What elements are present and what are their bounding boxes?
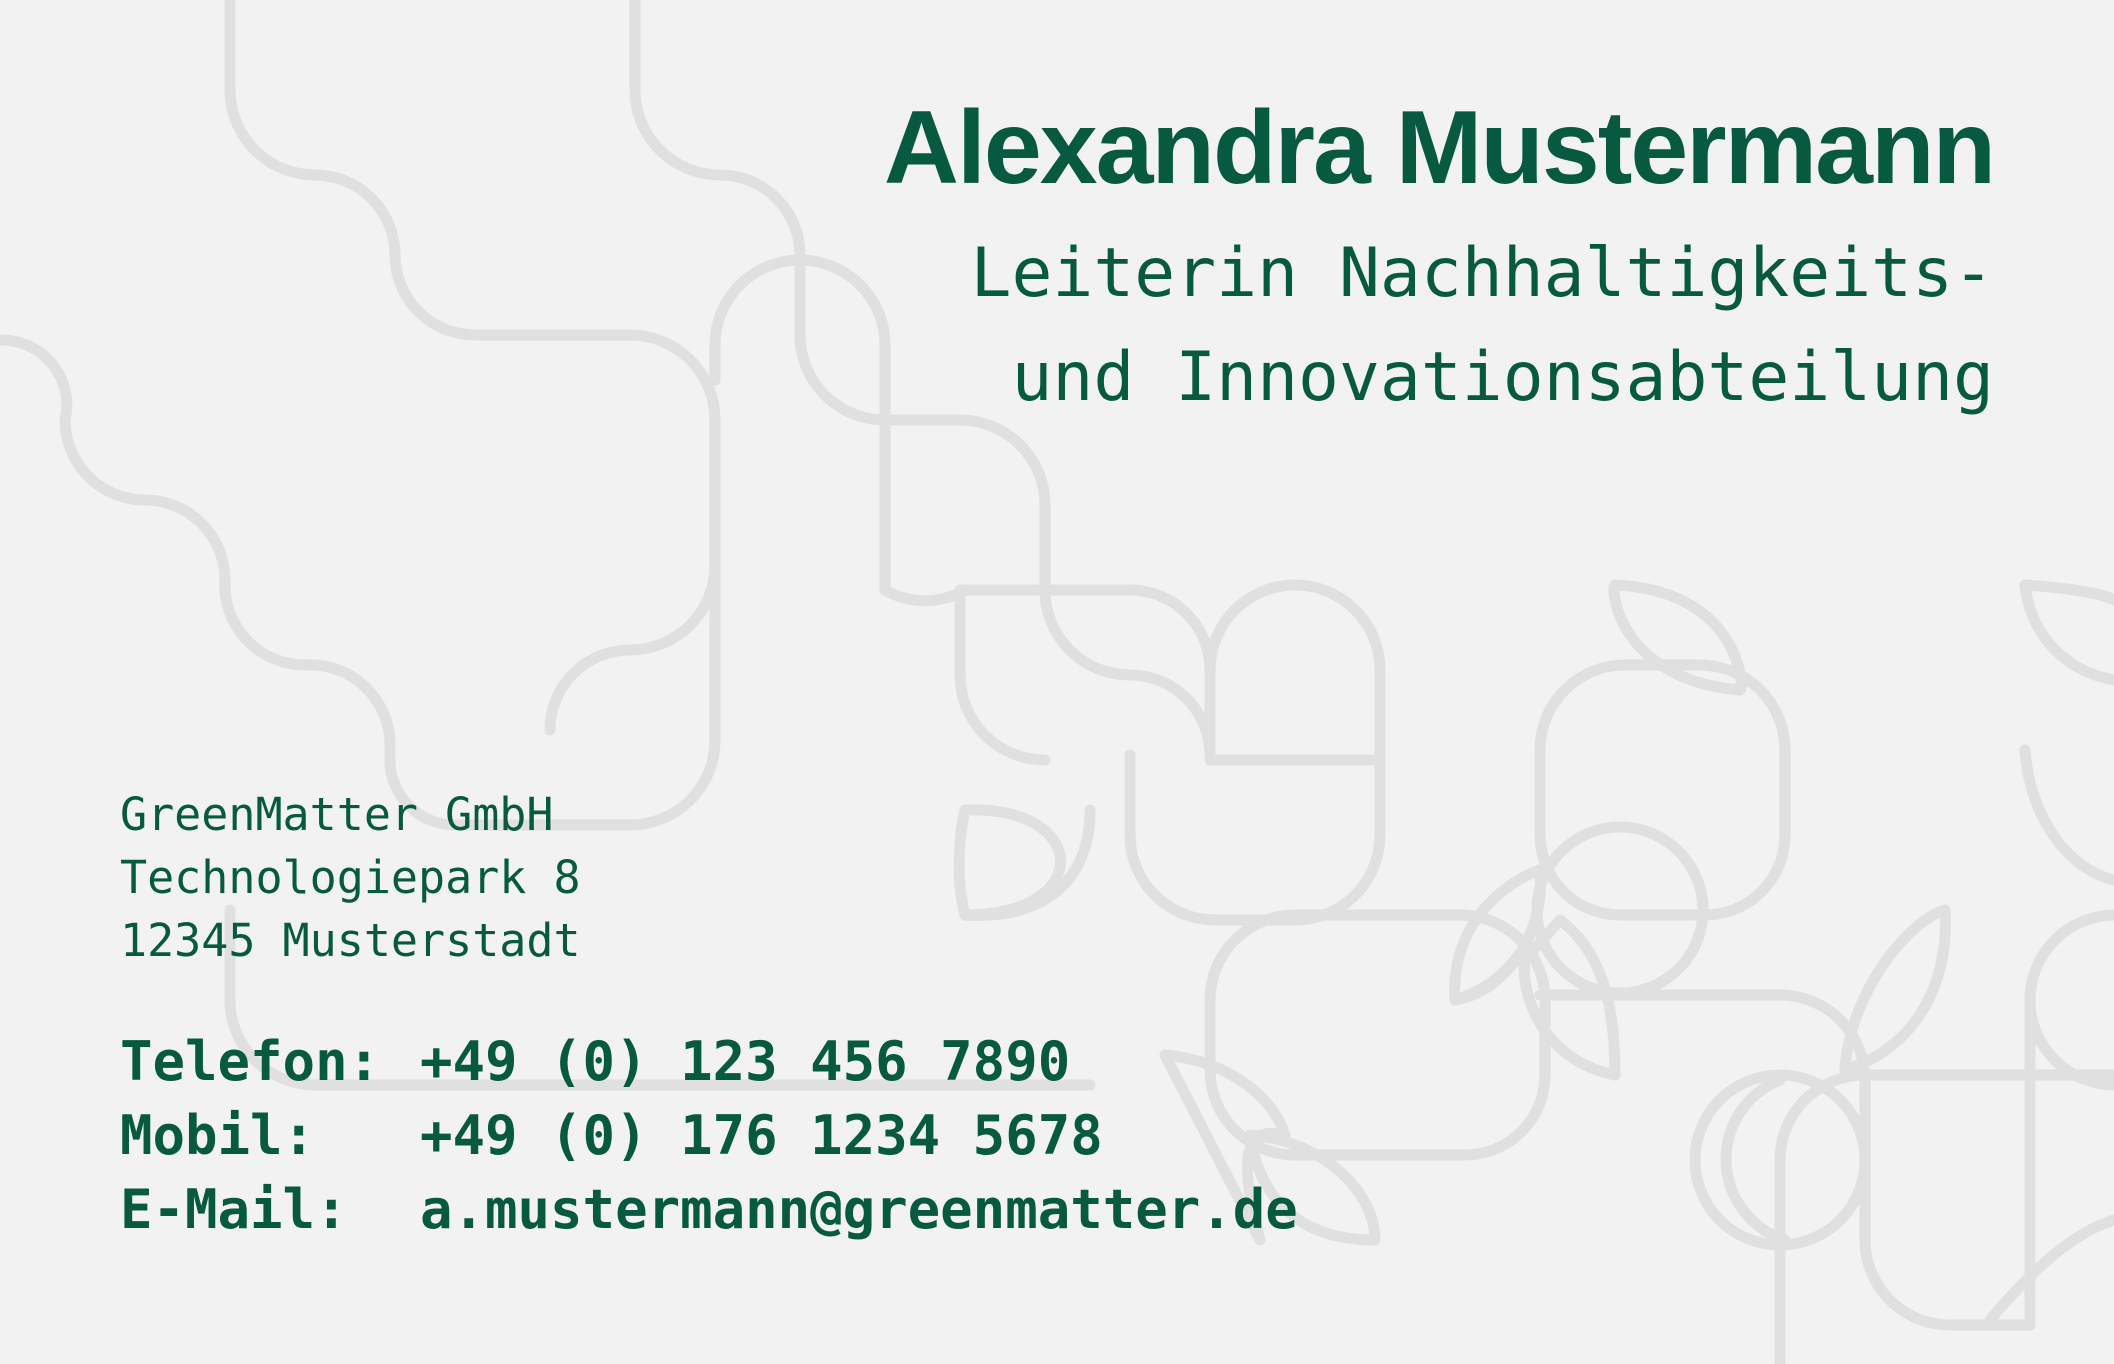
company-street: Technologiepark 8 — [120, 851, 581, 904]
phone-number[interactable]: +49 (0) 123 456 7890 — [420, 1025, 1070, 1099]
email-address[interactable]: a.mustermann@greenmatter.de — [420, 1173, 1298, 1247]
mobile-row: Mobil: +49 (0) 176 1234 5678 — [120, 1099, 1298, 1173]
mobile-number[interactable]: +49 (0) 176 1234 5678 — [420, 1099, 1103, 1173]
phone-label: Telefon: — [120, 1030, 381, 1093]
mobile-label: Mobil: — [120, 1104, 316, 1167]
email-label: E-Mail: — [120, 1178, 348, 1241]
job-title-line-2: und Innovationsabteilung — [1011, 338, 1994, 417]
job-title: Leiterin Nachhaltigkeits- und Innovation… — [971, 222, 1995, 430]
person-name: Alexandra Mustermann — [883, 90, 1996, 206]
company-address: GreenMatter GmbH Technologiepark 8 12345… — [120, 783, 581, 972]
email-row: E-Mail: a.mustermann@greenmatter.de — [120, 1173, 1298, 1247]
job-title-line-1: Leiterin Nachhaltigkeits- — [970, 234, 1995, 313]
phone-row: Telefon: +49 (0) 123 456 7890 — [120, 1025, 1298, 1099]
contact-details: Telefon: +49 (0) 123 456 7890 Mobil: +49… — [120, 1025, 1298, 1247]
company-name: GreenMatter GmbH — [120, 788, 554, 841]
company-city: 12345 Musterstadt — [120, 914, 581, 967]
business-card: Alexandra Mustermann Leiterin Nachhaltig… — [0, 0, 2114, 1364]
